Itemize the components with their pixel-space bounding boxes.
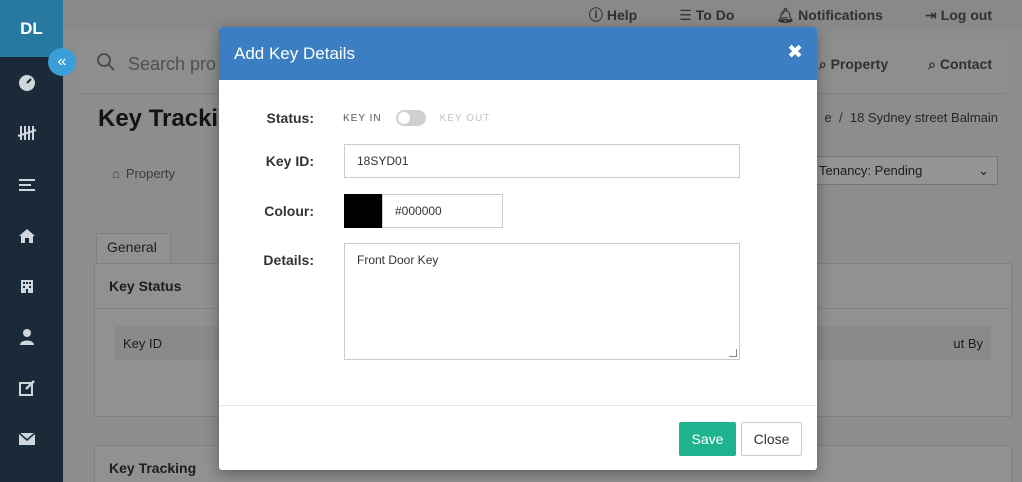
save-button[interactable]: Save bbox=[679, 422, 736, 456]
colour-swatch[interactable] bbox=[344, 194, 382, 228]
key-id-input[interactable]: 18SYD01 bbox=[344, 144, 740, 178]
details-textarea[interactable]: Front Door Key bbox=[344, 243, 740, 360]
key-out-label: KEY OUT bbox=[439, 112, 491, 124]
details-label: Details: bbox=[263, 252, 314, 268]
home-icon[interactable] bbox=[17, 226, 37, 246]
building-icon[interactable] bbox=[17, 276, 37, 296]
modal-header: Add Key Details bbox=[219, 27, 817, 80]
colour-label: Colour: bbox=[264, 203, 314, 219]
status-toggle-group: KEY IN KEY OUT bbox=[343, 110, 490, 126]
add-key-modal: Add Key Details ✖ Status: KEY IN KEY OUT… bbox=[219, 27, 817, 470]
user-icon[interactable] bbox=[17, 327, 37, 347]
brand-logo[interactable]: DL bbox=[0, 0, 63, 57]
mail-icon[interactable] bbox=[17, 429, 37, 449]
status-label: Status: bbox=[266, 110, 314, 126]
resize-handle-icon[interactable] bbox=[729, 349, 737, 357]
gauge-icon[interactable] bbox=[17, 73, 37, 93]
close-button[interactable]: Close bbox=[741, 422, 802, 456]
list-icon[interactable] bbox=[17, 175, 37, 195]
sidebar-collapse-button[interactable]: « bbox=[48, 48, 76, 76]
details-value: Front Door Key bbox=[357, 253, 439, 267]
key-id-label: Key ID: bbox=[265, 153, 314, 169]
status-toggle[interactable] bbox=[395, 110, 426, 126]
tally-icon[interactable] bbox=[17, 123, 37, 143]
modal-footer: Save Close bbox=[219, 405, 817, 470]
edit-icon[interactable] bbox=[17, 378, 37, 398]
modal-title: Add Key Details bbox=[234, 43, 355, 63]
colour-input[interactable]: #000000 bbox=[382, 194, 503, 228]
key-in-label: KEY IN bbox=[343, 112, 382, 124]
close-icon[interactable]: ✖ bbox=[787, 41, 803, 64]
